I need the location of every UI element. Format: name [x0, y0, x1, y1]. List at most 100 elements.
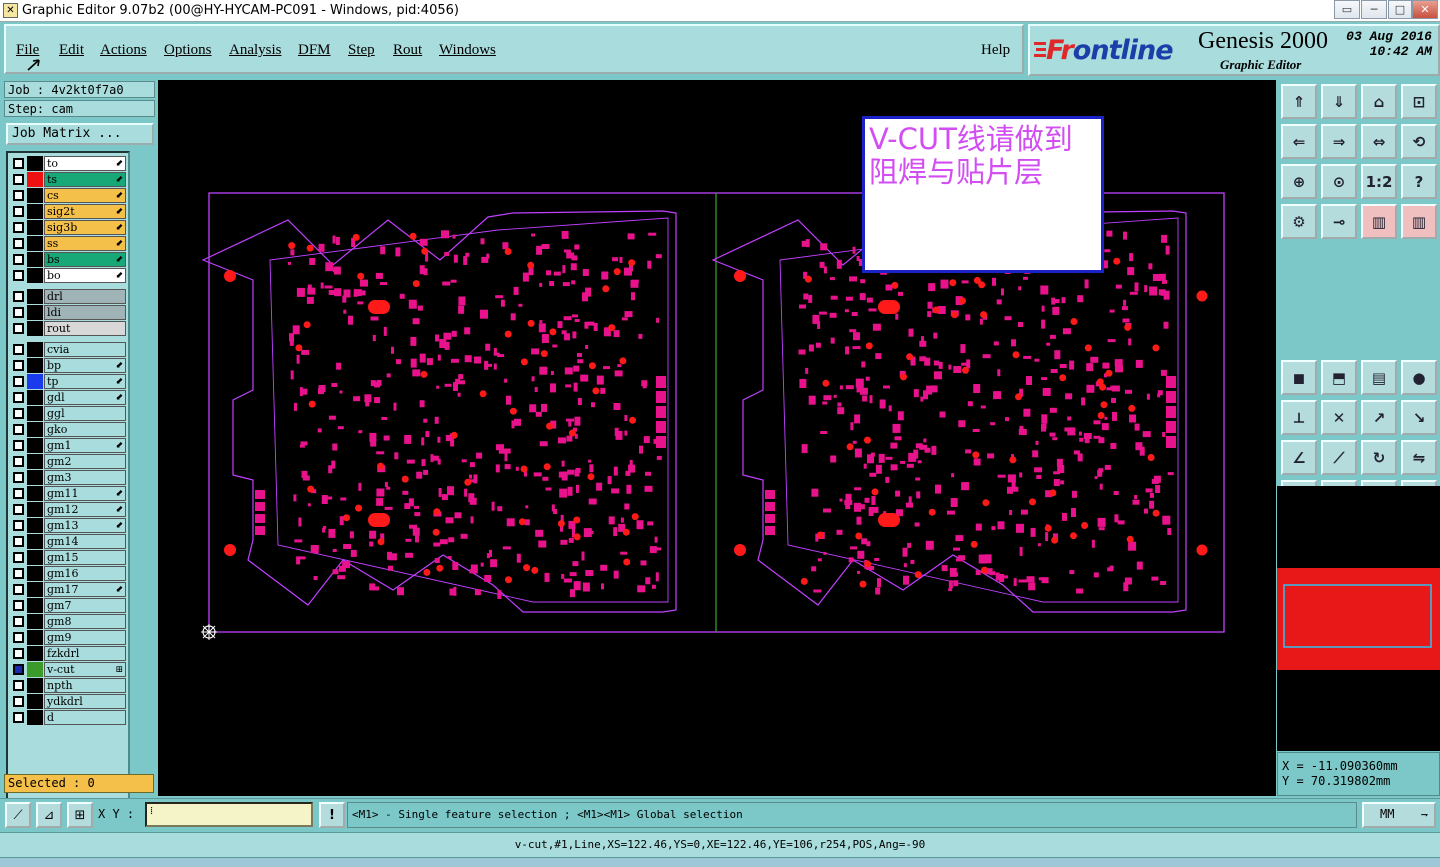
smd-pad[interactable]: [360, 279, 368, 287]
smd-pad[interactable]: [877, 578, 881, 588]
ratio-1-2-icon[interactable]: 1:2: [1361, 164, 1397, 199]
smd-pad[interactable]: [613, 466, 618, 476]
layer-row-gm12[interactable]: gm12 ⬋: [10, 502, 128, 517]
smd-pad[interactable]: [564, 333, 570, 341]
via-pad[interactable]: [1070, 532, 1077, 540]
via-pad[interactable]: [1147, 454, 1155, 461]
smd-pad[interactable]: [562, 265, 566, 274]
smd-pad[interactable]: [620, 517, 624, 523]
smd-pad[interactable]: [552, 344, 558, 348]
smd-pad[interactable]: [1062, 328, 1071, 335]
via-pad[interactable]: [464, 478, 472, 486]
smd-pad[interactable]: [331, 383, 338, 387]
smd-pad[interactable]: [1054, 350, 1061, 360]
layer-row-sig3b[interactable]: sig3b ⬋: [10, 220, 128, 235]
smd-pad[interactable]: [383, 326, 387, 336]
smd-pad[interactable]: [848, 557, 854, 563]
smd-pad[interactable]: [320, 282, 324, 289]
layer-color-swatch[interactable]: [27, 582, 43, 597]
smd-pad[interactable]: [453, 254, 458, 263]
layer-row-cvia[interactable]: cvia: [10, 342, 128, 357]
smd-pad[interactable]: [399, 293, 405, 299]
smd-pad[interactable]: [438, 488, 442, 497]
via-pad[interactable]: [587, 473, 595, 481]
smd-pad[interactable]: [412, 369, 421, 377]
layer-name[interactable]: gko: [44, 422, 126, 437]
smd-pad[interactable]: [982, 354, 991, 359]
smd-pad[interactable]: [1114, 359, 1123, 367]
smd-pad[interactable]: [845, 493, 852, 501]
layer-checkbox[interactable]: [13, 158, 24, 169]
smd-pad[interactable]: [343, 309, 347, 314]
home-icon[interactable]: ⌂: [1361, 84, 1397, 119]
smd-pad[interactable]: [644, 485, 653, 492]
smd-pad[interactable]: [343, 289, 351, 298]
smd-pad[interactable]: [1026, 376, 1032, 385]
via-pad[interactable]: [288, 242, 296, 250]
smd-pad[interactable]: [568, 537, 574, 543]
smd-pad[interactable]: [573, 382, 578, 392]
smd-pad[interactable]: [641, 380, 648, 387]
smd-pad[interactable]: [369, 530, 377, 539]
smd-pad[interactable]: [872, 323, 881, 331]
layer-color-swatch[interactable]: [27, 305, 43, 320]
layer-row-ydkdrl[interactable]: ydkdrl: [10, 694, 128, 709]
smd-pad[interactable]: [437, 458, 441, 465]
smd-pad[interactable]: [813, 589, 822, 593]
smd-pad[interactable]: [854, 414, 861, 424]
smd-pad[interactable]: [497, 506, 503, 512]
smd-pad[interactable]: [836, 259, 842, 269]
smd-pad[interactable]: [638, 333, 643, 339]
tooling-hole[interactable]: [224, 544, 236, 556]
smd-pad[interactable]: [645, 577, 651, 585]
layer-color-swatch[interactable]: [27, 566, 43, 581]
smd-pad[interactable]: [381, 417, 388, 420]
smd-pad[interactable]: [903, 563, 907, 568]
layer-row-ss[interactable]: ss ⬋: [10, 236, 128, 251]
smd-pad[interactable]: [293, 494, 297, 502]
layer-row-rout[interactable]: rout: [10, 321, 128, 336]
smd-pad[interactable]: [624, 415, 628, 421]
smd-pad[interactable]: [993, 392, 1000, 398]
layer-checkbox[interactable]: [13, 190, 24, 201]
smd-pad[interactable]: [534, 387, 538, 392]
smd-pad[interactable]: [1086, 384, 1095, 393]
menu-dfm[interactable]: DFM: [298, 42, 331, 59]
smd-pad[interactable]: [992, 277, 996, 286]
smd-pad[interactable]: [535, 411, 542, 417]
layer-row-gm7[interactable]: gm7: [10, 598, 128, 613]
smd-pad[interactable]: [906, 463, 914, 468]
smd-pad[interactable]: [328, 465, 333, 474]
layer-checkbox[interactable]: [13, 568, 24, 579]
smd-pad[interactable]: [627, 233, 635, 240]
smd-pad[interactable]: [871, 506, 879, 513]
smd-pad[interactable]: [546, 270, 551, 276]
smd-pad[interactable]: [290, 249, 295, 256]
via-pad[interactable]: [421, 247, 429, 255]
via-pad[interactable]: [982, 499, 990, 507]
smd-pad[interactable]: [538, 323, 546, 333]
smd-pad[interactable]: [951, 473, 955, 478]
smd-pad[interactable]: [388, 565, 393, 571]
smd-pad[interactable]: [1097, 517, 1106, 527]
minimize-button[interactable]: ─: [1361, 0, 1387, 19]
menu-rout[interactable]: Rout: [393, 42, 422, 59]
smd-pad[interactable]: [470, 564, 478, 574]
smd-pad[interactable]: [541, 403, 547, 412]
via-pad[interactable]: [980, 311, 988, 319]
smd-pad[interactable]: [1098, 468, 1104, 473]
smd-pad[interactable]: [372, 335, 376, 341]
smd-pad[interactable]: [539, 366, 548, 375]
smd-pad[interactable]: [461, 459, 467, 463]
smd-pad[interactable]: [435, 334, 439, 342]
smd-pad[interactable]: [948, 364, 952, 370]
via-pad[interactable]: [303, 321, 311, 329]
smd-pad[interactable]: [430, 454, 434, 463]
layer-color-swatch[interactable]: [27, 342, 43, 357]
smd-pad[interactable]: [531, 348, 540, 355]
layer-name[interactable]: bs ⬋: [44, 252, 126, 267]
smd-pad[interactable]: [923, 390, 928, 400]
smd-pad[interactable]: [410, 336, 417, 346]
via-pad[interactable]: [592, 387, 600, 395]
smd-pad[interactable]: [636, 520, 644, 530]
